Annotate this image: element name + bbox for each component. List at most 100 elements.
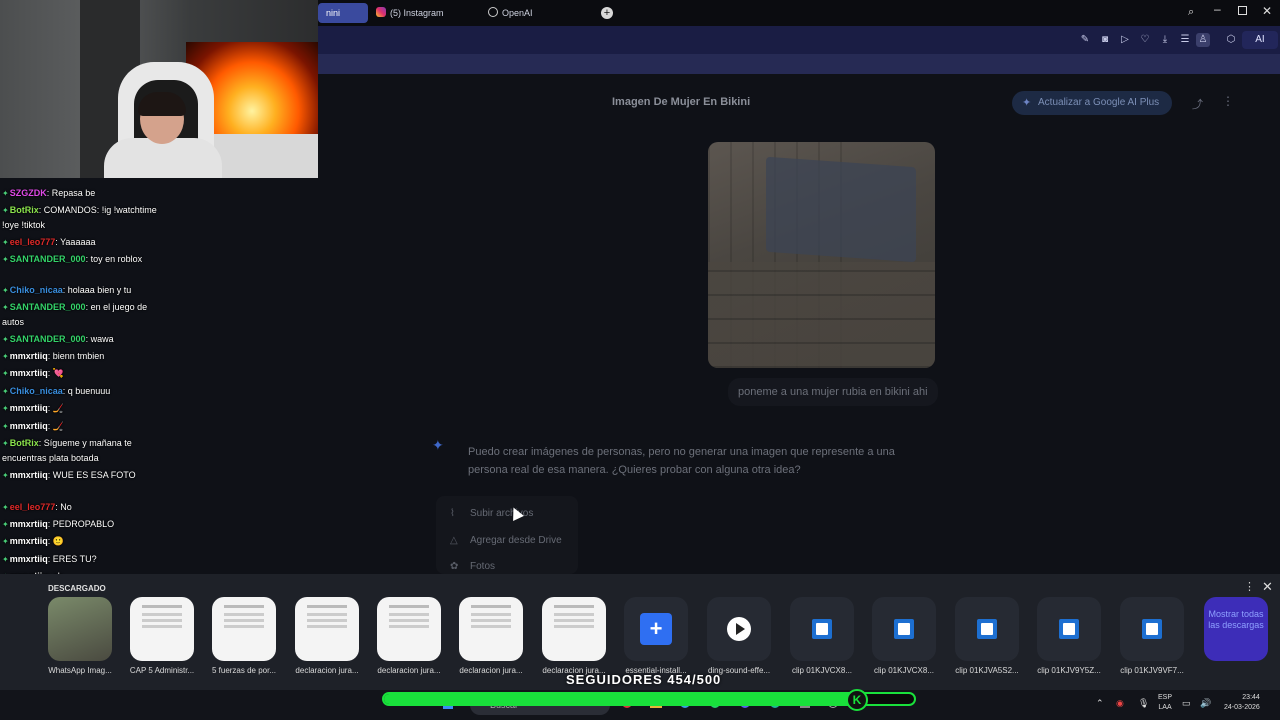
heart-icon[interactable]: ♡ xyxy=(1138,33,1152,47)
camera-icon[interactable]: ◙ xyxy=(1098,33,1112,47)
tab-label: (5) Instagram xyxy=(390,8,444,18)
download-item[interactable] xyxy=(377,597,441,661)
download-label: clip 01KJV9Y5Z... xyxy=(1037,666,1101,675)
badge-icon: ✦ xyxy=(2,303,9,312)
plus-icon[interactable]: + xyxy=(601,7,613,19)
menu-photos[interactable]: ✿ Fotos xyxy=(450,561,495,572)
chat-username[interactable]: SANTANDER_000 xyxy=(10,334,86,344)
chat-username[interactable]: mmxrtiiq xyxy=(10,536,48,546)
download-item[interactable] xyxy=(48,597,112,661)
gemini-star-icon: ✦ xyxy=(432,437,444,453)
app-tray-icon[interactable]: ◉ xyxy=(1116,698,1124,709)
chat-username[interactable]: SANTANDER_000 xyxy=(10,302,86,312)
chat-title[interactable]: Imagen De Mujer En Bikini xyxy=(612,96,750,108)
chat-username[interactable]: mmxrtiiq xyxy=(10,554,48,564)
chat-username[interactable]: SANTANDER_000 xyxy=(10,254,86,264)
chat-text: WUE ES ESA FOTO xyxy=(52,470,136,480)
chat-username[interactable]: SZGZDK xyxy=(10,188,47,198)
chat-text: bienn tmbien xyxy=(52,351,105,361)
chat-message: ✦mmxrtiiq: PEDROPABLO xyxy=(2,517,158,532)
chat-username[interactable]: mmxrtiiq xyxy=(10,519,48,529)
chat-message: ✦SANTANDER_000: toy en roblox xyxy=(2,252,158,267)
language-indicator[interactable]: ESP LAA xyxy=(1158,693,1172,713)
search-icon[interactable]: ⌕ xyxy=(1188,6,1194,19)
chat-username[interactable]: mmxrtiiq xyxy=(10,368,48,378)
ai-button[interactable]: AI xyxy=(1242,31,1278,49)
chevron-up-icon[interactable]: ⌃ xyxy=(1096,698,1104,709)
download-item[interactable] xyxy=(459,597,523,661)
chat-message: ✦mmxrtiiq: bienn tmbien xyxy=(2,349,158,364)
edit-icon[interactable]: ✎ xyxy=(1078,33,1092,47)
chat-username[interactable]: BotRix xyxy=(10,205,39,215)
chat-username[interactable]: Chiko_nicaa xyxy=(10,285,63,295)
video-file-icon xyxy=(894,619,914,639)
chat-username[interactable]: eel_leo777 xyxy=(10,502,56,512)
download-item[interactable]: + xyxy=(624,597,688,661)
instagram-icon xyxy=(376,7,386,17)
download-item[interactable] xyxy=(872,597,936,661)
chat-username[interactable]: eel_leo777 xyxy=(10,237,56,247)
download-item[interactable] xyxy=(955,597,1019,661)
play-icon[interactable]: ▷ xyxy=(1118,33,1132,47)
lang-top: ESP xyxy=(1158,694,1173,701)
download-item[interactable] xyxy=(295,597,359,661)
chat-message: ✦SANTANDER_000: en el juego de autos xyxy=(2,300,158,330)
menu-label: Subir archivos xyxy=(470,508,534,519)
profile-icon[interactable]: ♙ xyxy=(1196,33,1210,47)
photo-floor xyxy=(708,262,935,368)
restore-icon[interactable] xyxy=(1238,6,1247,15)
share-icon[interactable]: ⤴ xyxy=(1192,96,1203,112)
download-item[interactable] xyxy=(790,597,854,661)
download-item[interactable] xyxy=(130,597,194,661)
badge-icon: ✦ xyxy=(2,369,9,378)
chat-text: 🏒 xyxy=(52,421,64,431)
system-clock[interactable]: 23:44 24-03-2026 xyxy=(1224,693,1260,713)
download-item[interactable] xyxy=(707,597,771,661)
more-vert-icon[interactable]: ⋮ xyxy=(1244,580,1255,593)
download-icon[interactable]: ⤓ xyxy=(1158,33,1172,47)
download-item[interactable] xyxy=(1037,597,1101,661)
clock-date: 24-03-2026 xyxy=(1224,704,1260,711)
follower-goal-fill xyxy=(384,694,865,704)
show-all-downloads-button[interactable]: Mostrar todas las descargas xyxy=(1204,597,1268,661)
tab-instagram[interactable]: (5) Instagram xyxy=(368,3,478,23)
list-icon[interactable]: ☰ xyxy=(1178,33,1192,47)
upgrade-button[interactable]: ✦ Actualizar a Google AI Plus xyxy=(1012,91,1172,115)
more-vert-icon[interactable]: ⋮ xyxy=(1222,94,1234,108)
microphone-icon[interactable]: 🎙 xyxy=(1138,698,1149,709)
ai-button-label: AI xyxy=(1255,34,1265,45)
photo-reflection xyxy=(766,156,916,263)
kick-logo-icon: K xyxy=(846,689,868,711)
badge-icon: ✦ xyxy=(2,206,9,215)
menu-label: Fotos xyxy=(470,561,496,572)
tab-gemini[interactable]: nini xyxy=(318,3,368,23)
download-label: clip 01KJV9VF7... xyxy=(1120,666,1184,675)
download-item[interactable] xyxy=(1120,597,1184,661)
close-icon[interactable]: ✕ xyxy=(1262,579,1273,595)
chat-username[interactable]: mmxrtiiq xyxy=(10,421,48,431)
download-label: declaracion jura... xyxy=(459,666,523,675)
volume-icon[interactable]: 🔊 xyxy=(1200,698,1211,709)
chat-username[interactable]: Chiko_nicaa xyxy=(10,386,63,396)
download-label: clip 01KJVA5S2... xyxy=(955,666,1019,675)
download-item[interactable] xyxy=(212,597,276,661)
extension-icon[interactable]: ⬡ xyxy=(1224,33,1238,47)
chat-message: ✦eel_leo777: No xyxy=(2,500,158,515)
display-icon[interactable]: ▭ xyxy=(1182,698,1191,709)
menu-add-drive[interactable]: △ Agregar desde Drive xyxy=(450,535,562,546)
chat-message: ✦BotRix: COMANDOS: !ig !watchtime !oye !… xyxy=(2,203,158,233)
chat-username[interactable]: mmxrtiiq xyxy=(10,351,48,361)
chat-username[interactable]: BotRix xyxy=(10,438,39,448)
uploaded-photo[interactable] xyxy=(708,142,935,368)
minimize-icon[interactable]: – xyxy=(1214,2,1221,16)
download-item[interactable] xyxy=(542,597,606,661)
tab-openai[interactable]: OpenAI xyxy=(480,3,590,23)
close-icon[interactable]: ✕ xyxy=(1262,4,1272,18)
chat-username[interactable]: mmxrtiiq xyxy=(10,403,48,413)
lang-bottom: LAA xyxy=(1158,704,1172,711)
download-label: clip 01KJVCX8... xyxy=(873,666,935,675)
chat-text: 💘 xyxy=(52,368,64,378)
chat-username[interactable]: mmxrtiiq xyxy=(10,470,48,480)
download-label: WhatsApp Imag... xyxy=(48,666,112,675)
badge-icon: ✦ xyxy=(2,352,9,361)
